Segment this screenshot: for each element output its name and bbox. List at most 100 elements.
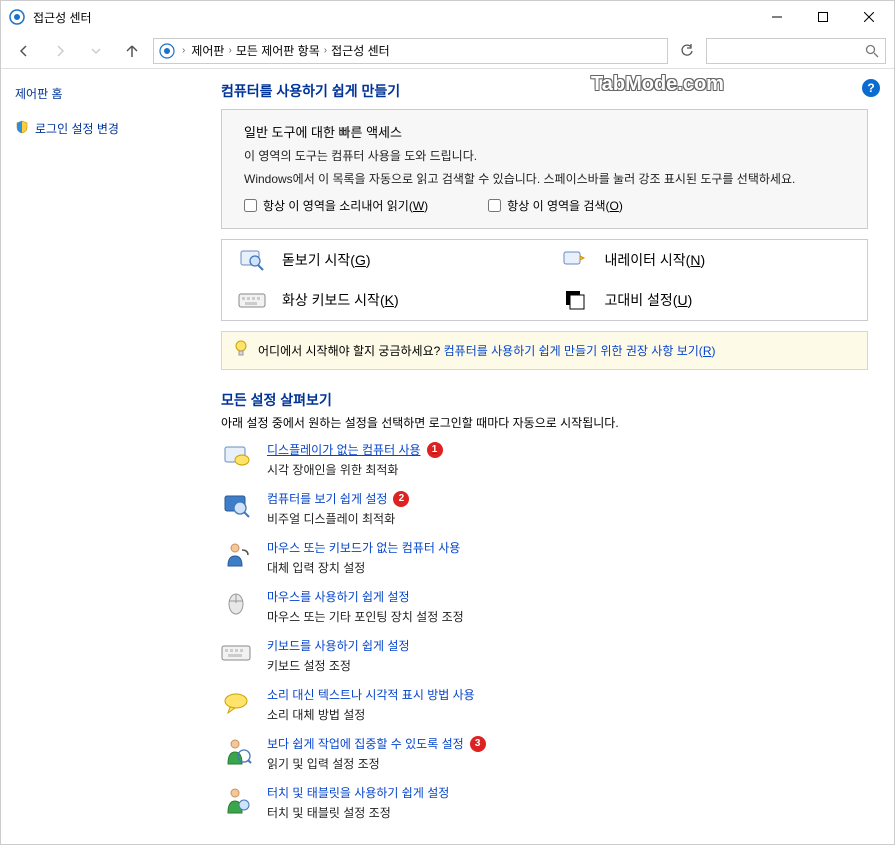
option-icon (221, 735, 253, 767)
option-desc: 시각 장애인을 위한 최적화 (267, 461, 443, 478)
chevron-right-icon: › (324, 45, 327, 56)
recommendation-link[interactable]: 컴퓨터를 사용하기 쉽게 만들기 위한 권장 사항 보기(R) (444, 344, 716, 358)
nav-forward-button[interactable] (45, 36, 75, 66)
magnifier-icon (236, 246, 268, 274)
option-link-text: 디스플레이가 없는 컴퓨터 사용 (267, 441, 421, 458)
start-osk-button[interactable]: 화상 키보드 시작(K) (222, 280, 545, 320)
explore-title: 모든 설정 살펴보기 (221, 390, 868, 410)
option-icon (221, 784, 253, 816)
option-link[interactable]: 보다 쉽게 작업에 집중할 수 있도록 설정 3 (267, 735, 486, 752)
breadcrumb-icon (158, 42, 176, 60)
option-link-text: 마우스를 사용하기 쉽게 설정 (267, 588, 409, 605)
nav-back-button[interactable] (9, 36, 39, 66)
always-scan-checkbox[interactable]: 항상 이 영역을 검색(O) (488, 197, 623, 214)
narrator-icon (559, 246, 591, 274)
sidebar-login-settings-link[interactable]: 로그인 설정 변경 (15, 120, 187, 137)
option-link-text: 보다 쉽게 작업에 집중할 수 있도록 설정 (267, 735, 464, 752)
quick-access-panel: 일반 도구에 대한 빠른 액세스 이 영역의 도구는 컴퓨터 사용을 도와 드립… (221, 109, 868, 229)
option-desc: 소리 대체 방법 설정 (267, 706, 475, 723)
option-link-text: 컴퓨터를 보기 쉽게 설정 (267, 490, 387, 507)
option-row: 보다 쉽게 작업에 집중할 수 있도록 설정 3 읽기 및 입력 설정 조정 (221, 735, 868, 772)
tool-label: 고대비 설정(U) (605, 290, 693, 310)
tool-label: 화상 키보드 시작(K) (282, 290, 399, 310)
sidebar-item-label: 로그인 설정 변경 (35, 120, 119, 137)
tip-text: 어디에서 시작해야 할지 궁금하세요? 컴퓨터를 사용하기 쉽게 만들기 위한 … (258, 342, 715, 359)
sidebar-home-link[interactable]: 제어판 홈 (15, 85, 187, 102)
option-link[interactable]: 디스플레이가 없는 컴퓨터 사용 1 (267, 441, 443, 458)
option-row: 마우스 또는 키보드가 없는 컴퓨터 사용대체 입력 장치 설정 (221, 539, 868, 576)
annotation-badge: 1 (427, 442, 443, 458)
option-link[interactable]: 컴퓨터를 보기 쉽게 설정 2 (267, 490, 409, 507)
option-row: 디스플레이가 없는 컴퓨터 사용 1 시각 장애인을 위한 최적화 (221, 441, 868, 478)
main-content: ? TabMode.com 컴퓨터를 사용하기 쉽게 만들기 일반 도구에 대한… (201, 69, 894, 844)
option-link[interactable]: 터치 및 태블릿을 사용하기 쉽게 설정 (267, 784, 449, 801)
search-icon (865, 44, 879, 58)
help-button[interactable]: ? (862, 79, 880, 97)
recommendation-bar: 어디에서 시작해야 할지 궁금하세요? 컴퓨터를 사용하기 쉽게 만들기 위한 … (221, 331, 868, 370)
nav-recent-button[interactable] (81, 36, 111, 66)
shield-icon (15, 120, 29, 137)
always-read-checkbox[interactable]: 항상 이 영역을 소리내어 읽기(W) (244, 197, 428, 214)
option-link-text: 마우스 또는 키보드가 없는 컴퓨터 사용 (267, 539, 460, 556)
option-link[interactable]: 소리 대신 텍스트나 시각적 표시 방법 사용 (267, 686, 475, 703)
refresh-button[interactable] (674, 38, 700, 64)
maximize-button[interactable] (800, 2, 846, 32)
option-icon (221, 588, 253, 620)
minimize-button[interactable] (754, 2, 800, 32)
quick-access-title: 일반 도구에 대한 빠른 액세스 (244, 122, 851, 141)
navbar: › 제어판 › 모든 제어판 항목 › 접근성 센터 (1, 33, 894, 69)
breadcrumb-leaf[interactable]: 접근성 센터 (331, 42, 390, 59)
breadcrumb-root[interactable]: 제어판 (191, 42, 224, 59)
option-icon (221, 686, 253, 718)
contrast-icon (559, 286, 591, 314)
checkbox-label: 항상 이 영역을 소리내어 읽기(W) (263, 197, 428, 214)
option-icon (221, 539, 253, 571)
window-title: 접근성 센터 (33, 9, 754, 26)
start-magnifier-button[interactable]: 돋보기 시작(G) (222, 240, 545, 280)
checkbox-input[interactable] (244, 199, 257, 212)
option-link-text: 터치 및 태블릿을 사용하기 쉽게 설정 (267, 784, 449, 801)
search-input[interactable] (706, 38, 886, 64)
option-link[interactable]: 마우스 또는 키보드가 없는 컴퓨터 사용 (267, 539, 460, 556)
annotation-badge: 3 (470, 736, 486, 752)
option-link-text: 키보드를 사용하기 쉽게 설정 (267, 637, 409, 654)
option-icon (221, 637, 253, 669)
option-link[interactable]: 키보드를 사용하기 쉽게 설정 (267, 637, 409, 654)
nav-up-button[interactable] (117, 36, 147, 66)
option-link[interactable]: 마우스를 사용하기 쉽게 설정 (267, 588, 464, 605)
option-row: 터치 및 태블릿을 사용하기 쉽게 설정터치 및 태블릿 설정 조정 (221, 784, 868, 821)
option-desc: 키보드 설정 조정 (267, 657, 409, 674)
option-icon (221, 490, 253, 522)
option-row: 컴퓨터를 보기 쉽게 설정 2 비주얼 디스플레이 최적화 (221, 490, 868, 527)
titlebar: 접근성 센터 (1, 1, 894, 33)
option-row: 키보드를 사용하기 쉽게 설정키보드 설정 조정 (221, 637, 868, 674)
explore-desc: 아래 설정 중에서 원하는 설정을 선택하면 로그인할 때마다 자동으로 시작됩… (221, 414, 868, 431)
option-desc: 읽기 및 입력 설정 조정 (267, 755, 486, 772)
app-icon (9, 9, 25, 25)
close-button[interactable] (846, 2, 892, 32)
tools-grid: 돋보기 시작(G) 내레이터 시작(N) 화상 키보드 시작(K) 고대비 설정… (221, 239, 868, 321)
option-desc: 마우스 또는 기타 포인팅 장치 설정 조정 (267, 608, 464, 625)
option-icon (221, 441, 253, 473)
quick-access-desc1: 이 영역의 도구는 컴퓨터 사용을 도와 드립니다. (244, 147, 851, 164)
checkbox-label: 항상 이 영역을 검색(O) (507, 197, 623, 214)
keyboard-icon (236, 286, 268, 314)
sidebar: 제어판 홈 로그인 설정 변경 (1, 69, 201, 844)
tool-label: 내레이터 시작(N) (605, 250, 706, 270)
option-desc: 대체 입력 장치 설정 (267, 559, 460, 576)
checkbox-input[interactable] (488, 199, 501, 212)
start-narrator-button[interactable]: 내레이터 시작(N) (545, 240, 868, 280)
chevron-right-icon: › (182, 45, 185, 56)
lightbulb-icon (234, 340, 248, 361)
option-row: 마우스를 사용하기 쉽게 설정마우스 또는 기타 포인팅 장치 설정 조정 (221, 588, 868, 625)
option-link-text: 소리 대신 텍스트나 시각적 표시 방법 사용 (267, 686, 475, 703)
high-contrast-button[interactable]: 고대비 설정(U) (545, 280, 868, 320)
breadcrumb-bar[interactable]: › 제어판 › 모든 제어판 항목 › 접근성 센터 (153, 38, 668, 64)
option-desc: 비주얼 디스플레이 최적화 (267, 510, 409, 527)
page-title: 컴퓨터를 사용하기 쉽게 만들기 (221, 81, 868, 101)
option-row: 소리 대신 텍스트나 시각적 표시 방법 사용소리 대체 방법 설정 (221, 686, 868, 723)
chevron-right-icon: › (228, 45, 231, 56)
breadcrumb-mid[interactable]: 모든 제어판 항목 (236, 42, 320, 59)
annotation-badge: 2 (393, 491, 409, 507)
option-desc: 터치 및 태블릿 설정 조정 (267, 804, 449, 821)
